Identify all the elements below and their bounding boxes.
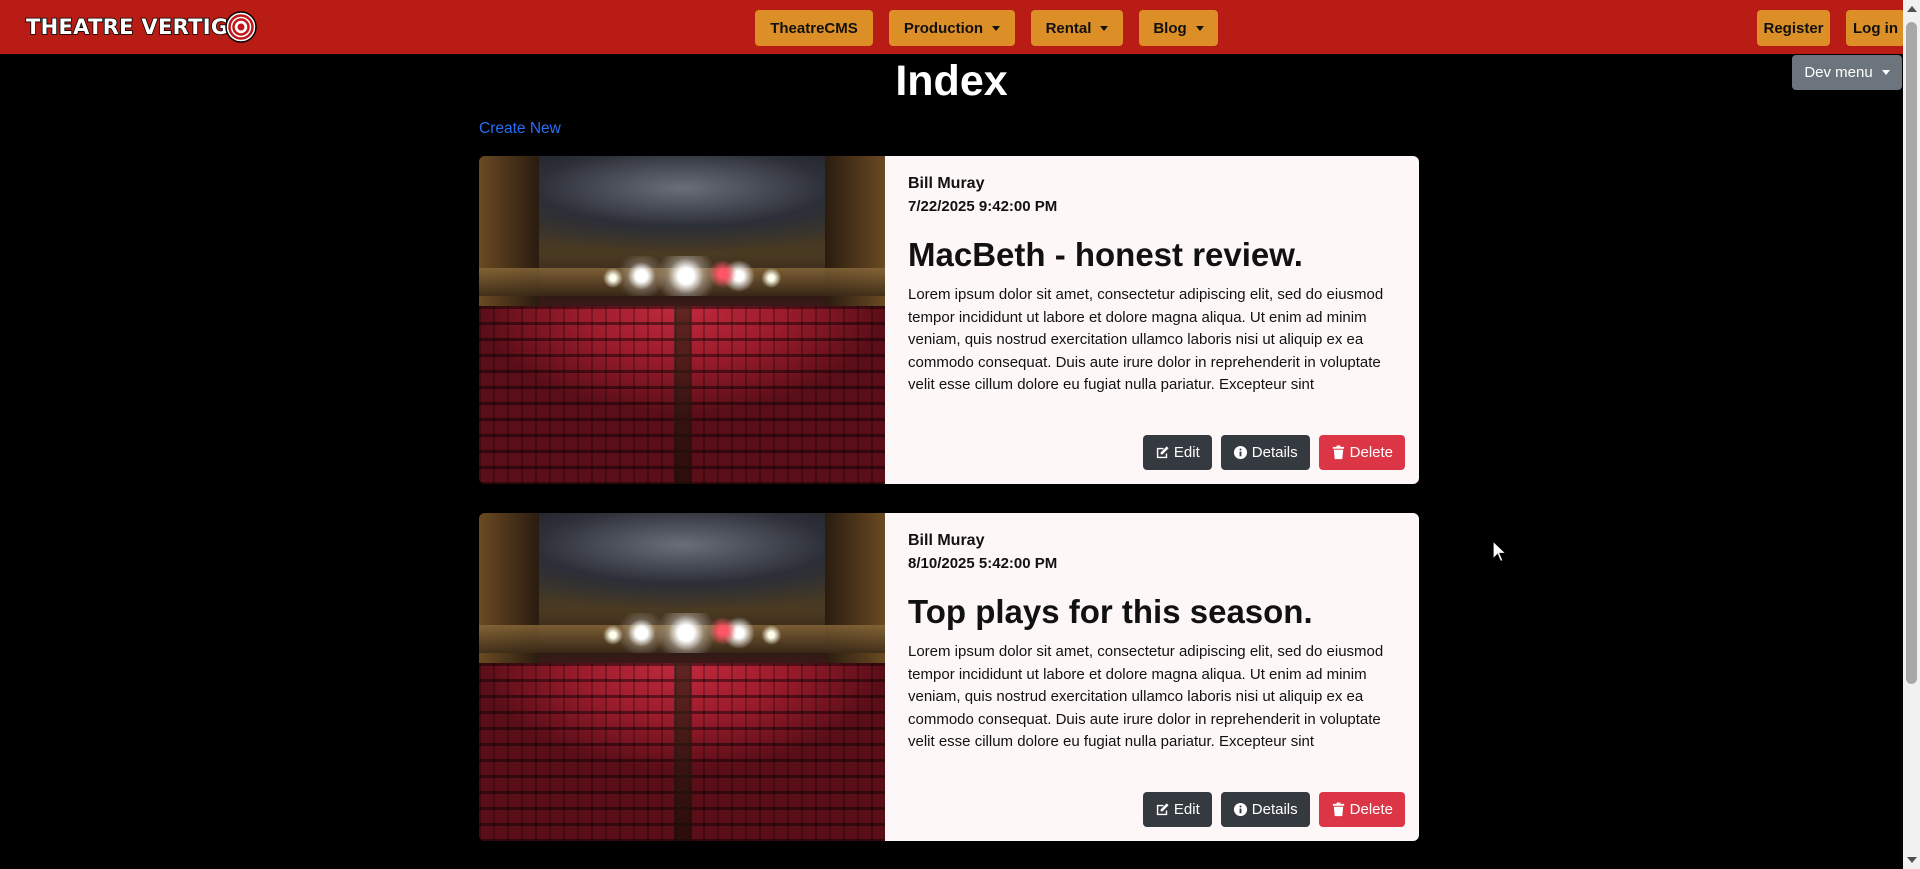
details-label: Details xyxy=(1251,801,1298,818)
edit-icon xyxy=(1155,445,1170,460)
mouse-pointer-icon xyxy=(1492,540,1508,563)
post-excerpt: Lorem ipsum dolor sit amet, consectetur … xyxy=(908,643,1384,750)
create-new-link[interactable]: Create New xyxy=(479,120,561,138)
post-title: MacBeth - honest review. xyxy=(908,236,1303,273)
register-label: Register xyxy=(1763,19,1824,37)
post-body: Bill Muray 7/22/2025 9:42:00 PM MacBeth … xyxy=(885,156,1419,484)
nav-theatrecms-label: TheatreCMS xyxy=(770,19,858,37)
delete-label: Delete xyxy=(1349,801,1393,818)
page-title: Index xyxy=(895,57,1008,105)
login-label: Log in xyxy=(1853,19,1898,37)
vertical-scrollbar[interactable] xyxy=(1903,0,1920,869)
theatre-auditorium-image xyxy=(479,156,885,484)
login-button[interactable]: Log in xyxy=(1846,10,1905,46)
top-navbar: THEATRE VERTIG TheatreCMS Production Ren… xyxy=(0,0,1905,54)
trash-icon xyxy=(1331,802,1346,817)
blog-post-card: Bill Muray 7/22/2025 9:42:00 PM MacBeth … xyxy=(479,156,1419,484)
post-body: Bill Muray 8/10/2025 5:42:00 PM Top play… xyxy=(885,513,1419,841)
scroll-down-arrow-icon[interactable] xyxy=(1907,857,1917,863)
caret-down-icon xyxy=(1195,25,1204,31)
edit-icon xyxy=(1155,802,1170,817)
post-date: 7/22/2025 9:42:00 PM xyxy=(908,198,1058,215)
edit-button[interactable]: Edit xyxy=(1142,792,1212,827)
post-title: Top plays for this season. xyxy=(908,593,1313,630)
post-excerpt: Lorem ipsum dolor sit amet, consectetur … xyxy=(908,286,1384,393)
nav-rental-label: Rental xyxy=(1045,19,1092,37)
register-button[interactable]: Register xyxy=(1757,10,1830,46)
nav-blog-dropdown[interactable]: Blog xyxy=(1139,10,1218,46)
trash-icon xyxy=(1331,445,1346,460)
nav-blog-label: Blog xyxy=(1153,19,1187,37)
nav-production-dropdown[interactable]: Production xyxy=(889,10,1015,46)
details-button[interactable]: Details xyxy=(1220,792,1310,827)
logo-spiral-o-icon xyxy=(224,10,258,44)
blog-post-card: Bill Muray 8/10/2025 5:42:00 PM Top play… xyxy=(479,513,1419,841)
theatre-vertigo-logo[interactable]: THEATRE VERTIG xyxy=(25,8,258,46)
delete-label: Delete xyxy=(1349,444,1393,461)
scrollbar-thumb[interactable] xyxy=(1906,22,1917,684)
details-label: Details xyxy=(1251,444,1298,461)
post-author: Bill Muray xyxy=(908,532,985,549)
info-circle-icon xyxy=(1233,445,1248,460)
edit-button[interactable]: Edit xyxy=(1142,435,1212,470)
scroll-up-arrow-icon[interactable] xyxy=(1907,6,1917,12)
post-author: Bill Muray xyxy=(908,175,985,192)
logo-text: THEATRE VERTIG xyxy=(25,14,229,40)
post-date: 8/10/2025 5:42:00 PM xyxy=(908,555,1058,572)
caret-down-icon xyxy=(992,25,1001,31)
nav-production-label: Production xyxy=(903,19,984,37)
delete-button[interactable]: Delete xyxy=(1318,792,1405,827)
post-actions: Edit Details Delete xyxy=(1142,435,1405,470)
edit-label: Edit xyxy=(1173,444,1200,461)
info-circle-icon xyxy=(1233,802,1248,817)
theatre-auditorium-image xyxy=(479,513,885,841)
nav-rental-dropdown[interactable]: Rental xyxy=(1031,10,1123,46)
details-button[interactable]: Details xyxy=(1220,435,1310,470)
delete-button[interactable]: Delete xyxy=(1318,435,1405,470)
caret-down-icon xyxy=(1100,25,1109,31)
edit-label: Edit xyxy=(1173,801,1200,818)
post-actions: Edit Details Delete xyxy=(1142,792,1405,827)
nav-theatrecms-button[interactable]: TheatreCMS xyxy=(755,10,873,46)
